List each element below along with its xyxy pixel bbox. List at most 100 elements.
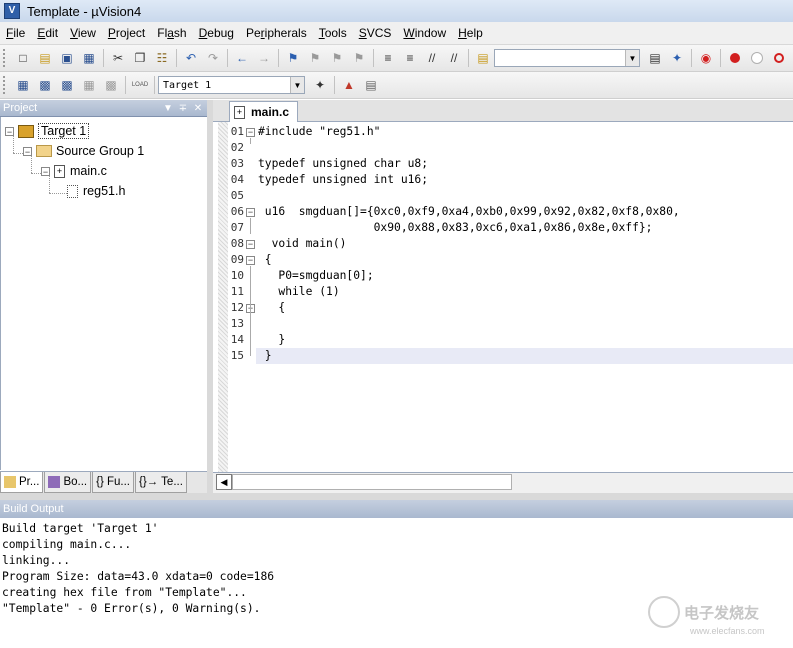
uncomment-icon[interactable]: // (445, 49, 463, 67)
collapse-icon[interactable]: − (5, 126, 14, 136)
navigate-back-icon[interactable]: ← (233, 49, 251, 67)
menu-debug[interactable]: Debug (193, 22, 240, 44)
copy-icon[interactable]: ❐ (131, 49, 149, 67)
kill-breakpoints-icon[interactable] (770, 49, 788, 67)
line-number: 01 (230, 125, 244, 138)
new-file-icon[interactable]: □ (14, 49, 32, 67)
translate-icon[interactable]: ▦ (14, 76, 32, 94)
line-number: 09 (230, 253, 244, 266)
indent-icon[interactable]: ≡ (379, 49, 397, 67)
paste-icon[interactable]: ☷ (153, 49, 171, 67)
scroll-thumb[interactable] (232, 474, 512, 490)
scroll-left-icon[interactable]: ◀ (216, 474, 232, 490)
code-line[interactable]: void main() (258, 236, 347, 252)
tab-templates[interactable]: {}→ Te... (135, 472, 187, 493)
tree-item-target[interactable]: − Target 1 (5, 122, 90, 140)
menu-edit[interactable]: Edit (31, 22, 64, 44)
debug-session-icon[interactable]: ◉ (697, 49, 715, 67)
menu-svcs[interactable]: SVCS (353, 22, 398, 44)
code-line[interactable]: u16 smgduan[]={0xc0,0xf9,0xa4,0xb0,0x99,… (258, 204, 680, 220)
target-select[interactable]: Target 1 ▼ (158, 76, 305, 94)
build-icon[interactable]: ▩ (36, 76, 54, 94)
disable-breakpoint-icon[interactable] (748, 49, 766, 67)
menu-view[interactable]: View (64, 22, 102, 44)
find-icon[interactable]: ▤ (646, 49, 664, 67)
target-select-value: Target 1 (163, 79, 212, 91)
toolbar-grip[interactable] (3, 76, 8, 94)
toolbar-separator (103, 49, 104, 67)
fold-toggle-icon[interactable]: − (246, 128, 255, 137)
undo-icon[interactable]: ↶ (182, 49, 200, 67)
next-bookmark-icon[interactable]: ⚑ (328, 49, 346, 67)
tab-main-c[interactable]: + main.c (229, 101, 299, 122)
download-icon[interactable]: LOAD (131, 76, 149, 94)
redo-icon[interactable]: ↷ (204, 49, 222, 67)
menu-window[interactable]: Window (397, 22, 452, 44)
target-options-icon[interactable]: ✦ (311, 76, 329, 94)
batch-build-icon[interactable]: ▦ (80, 76, 98, 94)
line-number: 10 (230, 269, 244, 282)
horizontal-splitter[interactable] (0, 493, 793, 500)
stop-build-icon[interactable]: ▩ (102, 76, 120, 94)
find-in-files-icon[interactable]: ▤ (474, 49, 492, 67)
tab-project[interactable]: Pr... (0, 472, 44, 493)
save-all-icon[interactable]: ▦ (80, 49, 98, 67)
code-line[interactable]: while (1) (258, 284, 339, 300)
tree-item-main-c[interactable]: − + main.c (41, 162, 107, 180)
code-line[interactable]: P0=smgduan[0]; (258, 268, 373, 284)
fold-toggle-icon[interactable]: − (246, 256, 255, 265)
open-folder-icon[interactable]: ▤ (36, 49, 54, 67)
toolbar-separator (154, 76, 155, 94)
save-icon[interactable]: ▣ (58, 49, 76, 67)
menu-flash[interactable]: Flash (151, 22, 192, 44)
fold-toggle-icon[interactable]: − (246, 240, 255, 249)
collapse-icon[interactable]: − (41, 166, 50, 176)
code-line[interactable]: { (258, 300, 285, 316)
bookmark-icon[interactable]: ⚑ (284, 49, 302, 67)
code-line[interactable]: { (258, 252, 272, 268)
code-line[interactable]: typedef unsigned int u16; (258, 172, 428, 188)
chevron-down-icon[interactable]: ▼ (290, 77, 304, 93)
toolbar-grip[interactable] (3, 49, 8, 67)
select-packs-icon[interactable]: ▤ (362, 76, 380, 94)
breakpoint-icon[interactable] (726, 49, 744, 67)
close-icon[interactable]: ✕ (192, 103, 204, 114)
code-line[interactable]: #include "reg51.h" (258, 124, 380, 140)
standard-toolbar: □ ▤ ▣ ▦ ✂ ❐ ☷ ↶ ↷ ← → ⚑ ⚑ ⚑ ⚑ ≡ ≡ // // … (0, 45, 793, 72)
toolbar-separator (334, 76, 335, 94)
menu-project[interactable]: Project (102, 22, 151, 44)
pin-icon[interactable]: ∓ (177, 103, 189, 114)
tree-item-reg51-h[interactable]: reg51.h (67, 182, 125, 200)
tab-books[interactable]: Bo... (44, 472, 92, 493)
code-line[interactable]: typedef unsigned char u8; (258, 156, 428, 172)
chevron-down-icon[interactable]: ▼ (625, 50, 639, 66)
find-combo[interactable]: ▼ (494, 49, 640, 67)
cut-icon[interactable]: ✂ (109, 49, 127, 67)
manage-components-icon[interactable]: ▲ (340, 76, 358, 94)
rebuild-icon[interactable]: ▩ (58, 76, 76, 94)
menu-file[interactable]: File (0, 22, 31, 44)
tree-item-source-group[interactable]: − Source Group 1 (23, 142, 144, 160)
menu-help[interactable]: Help (452, 22, 489, 44)
prev-bookmark-icon[interactable]: ⚑ (306, 49, 324, 67)
clear-bookmarks-icon[interactable]: ⚑ (350, 49, 368, 67)
code-line[interactable]: } (258, 348, 272, 364)
project-panel-header: Project ▼ ∓ ✕ (0, 100, 207, 117)
code-line[interactable]: } (258, 332, 285, 348)
menu-peripherals[interactable]: Peripherals (240, 22, 313, 44)
navigate-forward-icon[interactable]: → (255, 49, 273, 67)
panel-menu-icon[interactable]: ▼ (162, 103, 174, 114)
tree-item-label: Source Group 1 (56, 144, 145, 158)
incremental-find-icon[interactable]: ✦ (668, 49, 686, 67)
unindent-icon[interactable]: ≡ (401, 49, 419, 67)
uvision-icon[interactable]: V (4, 3, 20, 19)
project-panel-title: Project (3, 102, 38, 114)
code-line[interactable]: 0x90,0x88,0x83,0xc6,0xa1,0x86,0x8e,0xff}… (258, 220, 653, 236)
fold-toggle-icon[interactable]: − (246, 208, 255, 217)
collapse-icon[interactable]: − (23, 146, 32, 156)
breakpoint-margin[interactable] (218, 122, 228, 472)
menu-tools[interactable]: Tools (313, 22, 353, 44)
project-tree: − Target 1 − Source Group 1 − + main.c r… (0, 117, 208, 470)
comment-icon[interactable]: // (423, 49, 441, 67)
tab-functions[interactable]: {} Fu... (92, 472, 134, 493)
